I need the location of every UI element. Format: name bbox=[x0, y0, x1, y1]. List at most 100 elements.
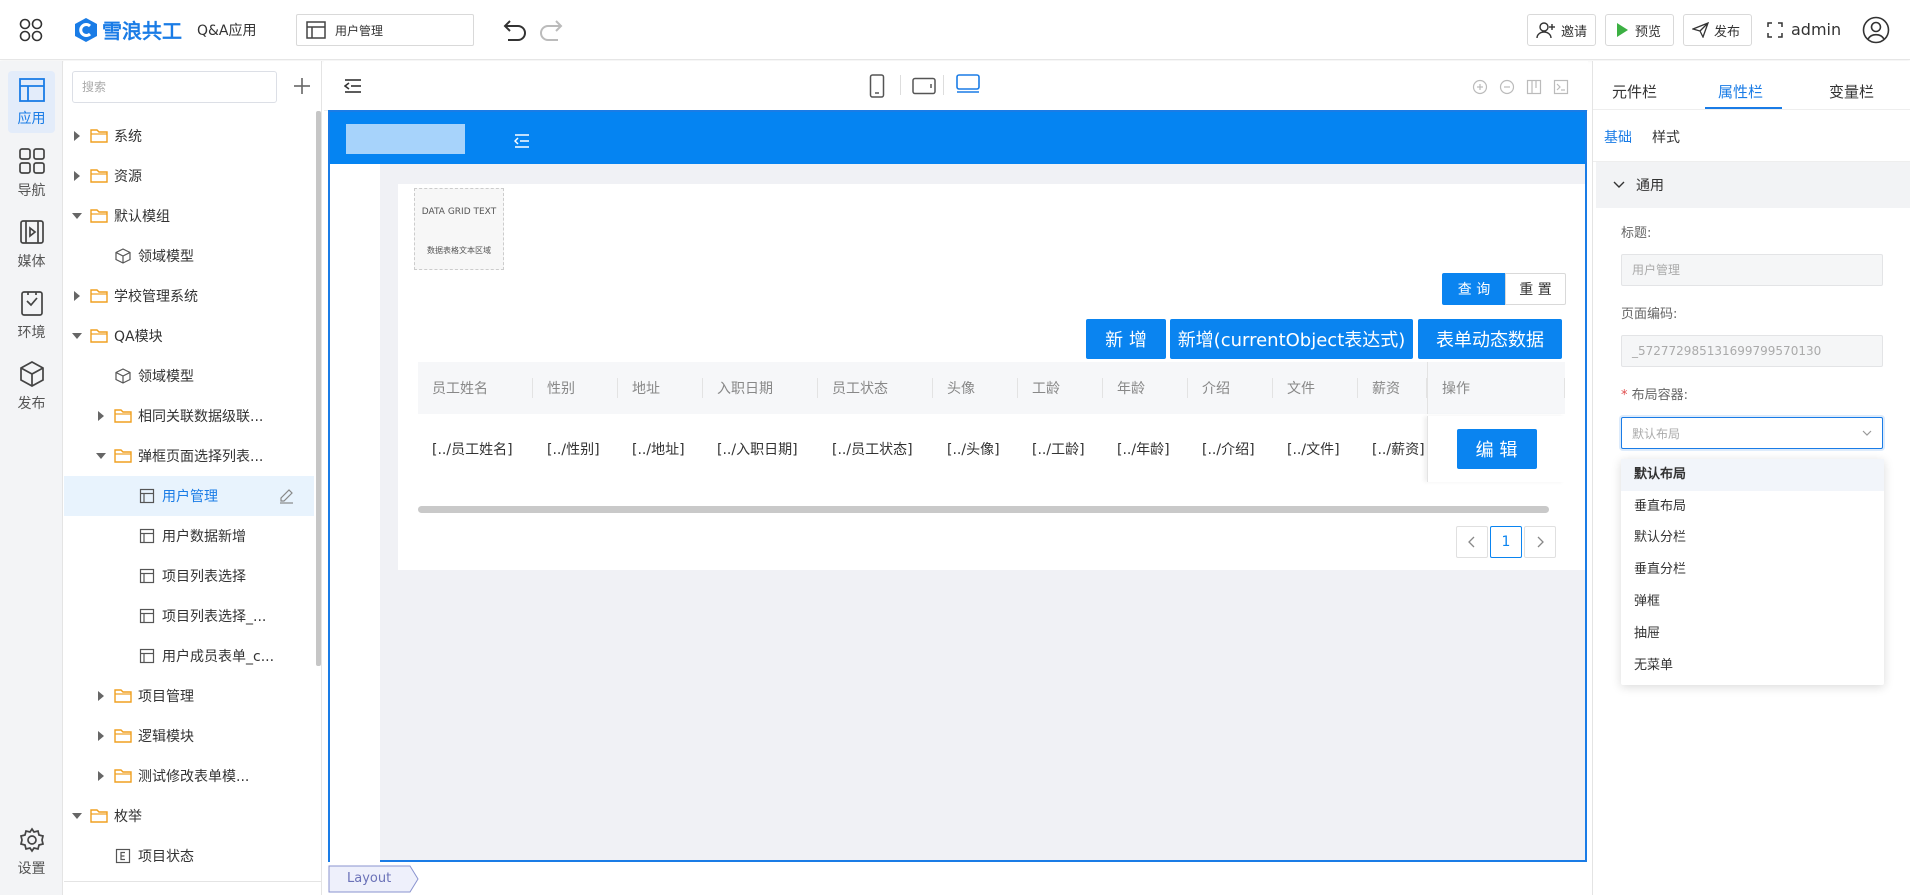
invite-button[interactable]: 邀请 bbox=[1527, 14, 1596, 46]
code-terminal-icon[interactable] bbox=[1553, 79, 1569, 95]
prev-page-button[interactable] bbox=[1456, 526, 1488, 558]
add-icon[interactable] bbox=[293, 77, 311, 95]
rail-item-env[interactable]: 环境 bbox=[8, 284, 55, 346]
fullscreen-icon[interactable] bbox=[1767, 22, 1783, 38]
app-grid-icon[interactable] bbox=[18, 17, 44, 43]
tree-item[interactable]: 相同关联数据级联... bbox=[64, 396, 314, 436]
dropdown-option[interactable]: 弹框 bbox=[1621, 586, 1884, 618]
tree-item[interactable]: 资源 bbox=[64, 156, 314, 196]
tree-item[interactable]: QA模块 bbox=[64, 316, 314, 356]
add-expression-button[interactable]: 新增(currentObject表达式) bbox=[1170, 319, 1413, 359]
title-field[interactable]: 用户管理 bbox=[1621, 254, 1883, 286]
dropdown-option[interactable]: 抽屉 bbox=[1621, 618, 1884, 650]
tree-item[interactable]: 默认模组 bbox=[64, 196, 314, 236]
caret-right-icon[interactable] bbox=[70, 289, 84, 303]
layout-breadcrumb[interactable]: Layout bbox=[328, 865, 420, 893]
dropdown-option[interactable]: 无菜单 bbox=[1621, 650, 1884, 682]
tree-item[interactable]: 逻辑模块 bbox=[64, 716, 314, 756]
caret-right-icon[interactable] bbox=[94, 409, 108, 423]
tree-scrollbar[interactable] bbox=[316, 111, 321, 666]
header-menu-toggle-icon[interactable] bbox=[514, 134, 530, 148]
publish-button[interactable]: 发布 bbox=[1683, 14, 1752, 46]
tab-properties[interactable]: 属性栏 bbox=[1718, 81, 1763, 102]
table-horizontal-scrollbar[interactable] bbox=[418, 506, 1549, 513]
username[interactable]: admin bbox=[1791, 20, 1841, 39]
page-selector[interactable]: 用户管理 bbox=[296, 14, 474, 46]
dropdown-option[interactable]: 垂直分栏 bbox=[1621, 554, 1884, 586]
tree-item[interactable]: 系统 bbox=[64, 116, 314, 156]
col-header[interactable]: 工龄 bbox=[1018, 362, 1103, 414]
caret-right-icon[interactable] bbox=[94, 769, 108, 783]
add-button[interactable]: 新 增 bbox=[1086, 319, 1166, 359]
zoom-in-icon[interactable] bbox=[1472, 79, 1488, 95]
col-header[interactable]: 年龄 bbox=[1103, 362, 1188, 414]
tree-item[interactable]: 弹框页面选择列表... bbox=[64, 436, 314, 476]
tree-item[interactable]: 领域模型 bbox=[64, 236, 314, 276]
data-grid-text-widget[interactable]: DATA GRID TEXT 数据表格文本区域 bbox=[414, 188, 504, 270]
query-button[interactable]: 查 询 bbox=[1442, 273, 1506, 305]
col-header[interactable]: 薪资 bbox=[1358, 362, 1427, 414]
preview-button[interactable]: 预览 bbox=[1605, 14, 1674, 46]
caret-right-icon[interactable] bbox=[70, 169, 84, 183]
desktop-device-icon[interactable] bbox=[956, 74, 980, 94]
tree-item[interactable]: 学校管理系统 bbox=[64, 276, 314, 316]
edit-button[interactable]: 编 辑 bbox=[1456, 429, 1537, 469]
tree-item[interactable]: 项目列表选择_... bbox=[64, 596, 314, 636]
layout-grid-icon[interactable] bbox=[1526, 79, 1542, 95]
tree-item[interactable]: 项目状态 bbox=[64, 836, 314, 876]
tablet-device-icon[interactable] bbox=[912, 77, 936, 95]
tree-item[interactable]: 用户管理 bbox=[64, 476, 314, 516]
dropdown-option[interactable]: 默认布局 bbox=[1621, 459, 1884, 491]
rail-item-app[interactable]: 应用 bbox=[8, 71, 55, 133]
tree-item[interactable]: 项目列表选择 bbox=[64, 556, 314, 596]
tab-components[interactable]: 元件栏 bbox=[1612, 81, 1657, 102]
edit-pencil-icon[interactable] bbox=[278, 488, 294, 504]
tab-variables[interactable]: 变量栏 bbox=[1829, 81, 1874, 102]
rail-item-publish[interactable]: 发布 bbox=[8, 355, 55, 417]
col-header[interactable]: 头像 bbox=[933, 362, 1018, 414]
col-header[interactable]: 入职日期 bbox=[703, 362, 818, 414]
section-general[interactable]: 通用 bbox=[1596, 162, 1910, 208]
col-header[interactable]: 性别 bbox=[533, 362, 618, 414]
dropdown-option[interactable]: 默认分栏 bbox=[1621, 522, 1884, 554]
tree-item[interactable]: 用户数据新增 bbox=[64, 516, 314, 556]
form-dynamic-button[interactable]: 表单动态数据 bbox=[1418, 319, 1562, 359]
tree-item[interactable]: 项目管理 bbox=[64, 676, 314, 716]
redo-icon[interactable] bbox=[538, 18, 566, 42]
caret-down-icon[interactable] bbox=[70, 329, 84, 343]
caret-down-icon[interactable] bbox=[94, 449, 108, 463]
caret-down-icon[interactable] bbox=[70, 809, 84, 823]
table-row[interactable]: [../员工姓名] [../性别] [../地址] [../入职日期] [../… bbox=[418, 416, 1565, 482]
rail-item-nav[interactable]: 导航 bbox=[8, 142, 55, 204]
zoom-out-icon[interactable] bbox=[1499, 79, 1515, 95]
mobile-device-icon[interactable] bbox=[869, 74, 885, 98]
tree-item[interactable]: 枚举 bbox=[64, 796, 314, 836]
caret-right-icon[interactable] bbox=[94, 729, 108, 743]
col-header[interactable]: 员工状态 bbox=[818, 362, 933, 414]
user-avatar-icon[interactable] bbox=[1862, 16, 1890, 44]
header-logo-placeholder[interactable] bbox=[346, 124, 465, 154]
design-canvas[interactable]: DATA GRID TEXT 数据表格文本区域 查 询 重 置 新 增 新增(c… bbox=[328, 110, 1587, 862]
rail-item-settings[interactable]: 设置 bbox=[8, 821, 55, 883]
caret-right-icon[interactable] bbox=[70, 129, 84, 143]
caret-right-icon[interactable] bbox=[94, 689, 108, 703]
undo-icon[interactable] bbox=[500, 18, 528, 42]
dropdown-option[interactable]: 垂直布局 bbox=[1621, 491, 1884, 523]
tree-item[interactable]: 领域模型 bbox=[64, 356, 314, 396]
search-input[interactable]: 搜索 bbox=[72, 71, 277, 103]
col-header[interactable]: 文件 bbox=[1273, 362, 1358, 414]
tree-item[interactable]: 测试修改表单模... bbox=[64, 756, 314, 796]
col-header[interactable]: 介绍 bbox=[1188, 362, 1273, 414]
rail-item-media[interactable]: 媒体 bbox=[8, 213, 55, 275]
caret-down-icon[interactable] bbox=[70, 209, 84, 223]
collapse-menu-icon[interactable] bbox=[344, 79, 362, 93]
col-header[interactable]: 员工姓名 bbox=[418, 362, 533, 414]
next-page-button[interactable] bbox=[1524, 526, 1556, 558]
reset-button[interactable]: 重 置 bbox=[1505, 273, 1566, 305]
page-number-button[interactable]: 1 bbox=[1490, 526, 1522, 558]
col-header[interactable]: 地址 bbox=[618, 362, 703, 414]
page-code-field[interactable]: _572772985131699799570130 bbox=[1621, 335, 1883, 367]
layout-select[interactable]: 默认布局 bbox=[1621, 417, 1883, 449]
tree-item[interactable]: 用户成员表单_c... bbox=[64, 636, 314, 676]
subtab-basic[interactable]: 基础 bbox=[1604, 127, 1632, 147]
